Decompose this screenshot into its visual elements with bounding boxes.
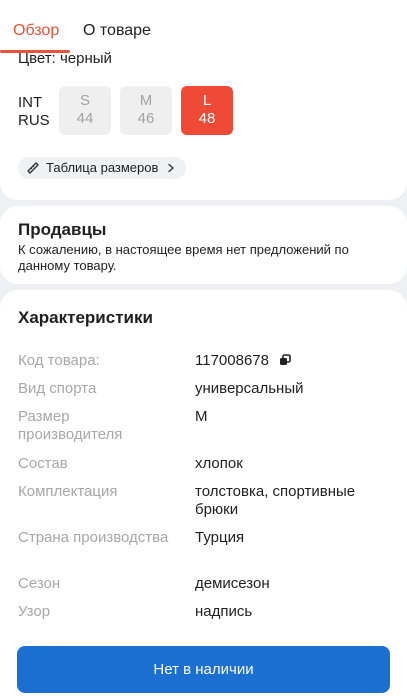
tab-about-product[interactable]: О товаре <box>83 21 151 41</box>
tab-bar: Обзор О товаре <box>0 0 407 53</box>
sellers-card: Продавцы К сожалению, в настоящее время … <box>0 206 407 284</box>
size-int: M <box>139 92 153 109</box>
size-int: S <box>79 92 90 109</box>
size-system-rus: RUS <box>18 112 50 129</box>
ruler-icon <box>27 162 39 174</box>
size-option-l[interactable]: L 48 <box>181 86 233 135</box>
size-rus: 46 <box>137 110 155 127</box>
char-value: надпись <box>195 603 253 620</box>
sellers-title: Продавцы <box>18 220 107 239</box>
char-value: толстовка, спортивные брюки <box>195 483 356 518</box>
tab-overview[interactable]: Обзор <box>13 21 59 41</box>
sellers-empty-text: К сожалению, в настоящее время нет предл… <box>18 242 349 273</box>
size-system-labels: INT RUS <box>18 94 50 130</box>
size-option-s[interactable]: S 44 <box>59 86 111 135</box>
char-key: Комплектация <box>18 483 118 500</box>
size-table-label: Таблица размеров <box>46 160 159 175</box>
copy-icon[interactable] <box>279 354 291 366</box>
char-value: M <box>195 408 208 425</box>
char-key: Страна производства <box>18 529 169 546</box>
char-value: хлопок <box>195 455 243 472</box>
size-option-m[interactable]: M 46 <box>120 86 172 135</box>
char-key: Состав <box>18 455 68 472</box>
char-key: Узор <box>18 603 51 620</box>
characteristics-card: Характеристики Код товара: 117008678 Вид… <box>0 290 407 650</box>
product-options-card: Обзор О товаре Цвет: черный INT RUS S 44… <box>0 0 407 200</box>
char-key: Сезон <box>18 575 61 592</box>
size-rus: 44 <box>76 110 94 127</box>
size-int: L <box>202 92 212 109</box>
char-key: Код товара: <box>18 352 100 369</box>
char-value: 117008678 <box>195 352 390 370</box>
char-key: Вид спорта <box>18 380 97 397</box>
size-system-int: INT <box>18 94 43 111</box>
characteristics-title: Характеристики <box>18 308 153 327</box>
char-value: универсальный <box>195 380 304 397</box>
size-table-button[interactable]: Таблица размеров <box>18 157 187 179</box>
char-value: Турция <box>195 529 245 546</box>
color-label: Цвет: черный <box>18 50 112 67</box>
char-value: демисезон <box>195 575 270 592</box>
product-code-value: 117008678 <box>195 352 269 369</box>
chevron-right-icon <box>168 163 175 173</box>
char-key: Размер производителя <box>18 408 123 443</box>
out-of-stock-button[interactable]: Нет в наличии <box>17 646 390 693</box>
size-rus: 48 <box>198 110 216 127</box>
